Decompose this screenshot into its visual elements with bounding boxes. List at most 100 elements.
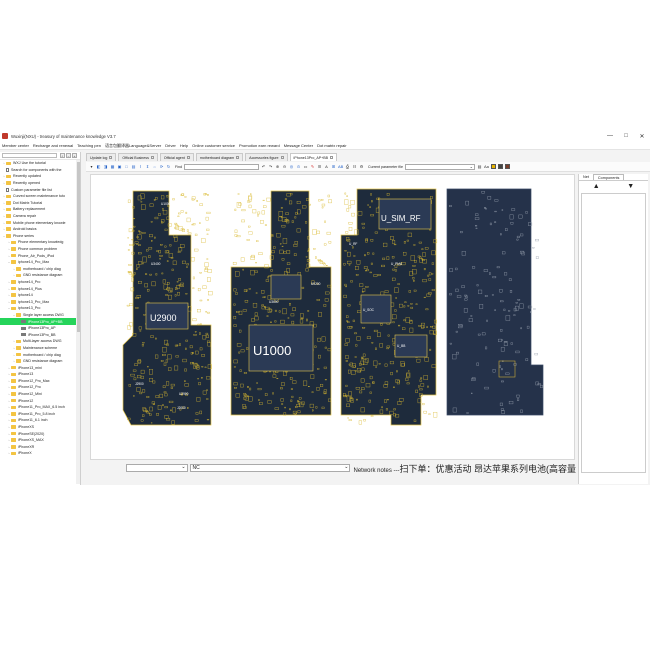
tab-document[interactable]: Accessories figure [245,153,288,161]
tree-item[interactable]: › WXJ Use the tutorial [0,160,80,167]
tree-item[interactable]: › GND resistance diagram [0,272,80,279]
tree-item[interactable]: › GND resistance diagram [0,358,80,365]
tree-item[interactable]: › iPhoneXS_MAX [0,437,80,444]
zoom-out-icon[interactable]: ⊖ [282,164,287,169]
tree-item[interactable]: › Phone_Air_Pods_iPod [0,252,80,259]
tree-item[interactable]: Search for components with the [0,167,80,174]
tree-item[interactable]: › iphone14_Pro [0,279,80,286]
arrow-up-icon[interactable]: ▲ [593,183,600,190]
tree-item[interactable]: › iPhoneSE(2020) [0,430,80,437]
tree-item[interactable]: › iPhone12_Pro_Max [0,378,80,385]
menu-recharge[interactable]: Recharge and renewal [31,143,75,148]
tree-item[interactable]: › iPhone11_6.1 inch [0,417,80,424]
tree-item[interactable]: › Recently opened [0,180,80,187]
board-canvas[interactable]: U2900 U1000 U_SIM_RF U1000 U2900 U3600 U5200 U3… [90,174,575,460]
chip-icon[interactable]: ▤ [131,164,136,169]
tree-item[interactable]: ⌄ Phone series [0,233,80,240]
close-button[interactable]: ✕ [634,130,650,142]
tree-item[interactable]: › iPhone12_Mini [0,391,80,398]
tree-item[interactable]: › Mobile phone elementary knowle [0,219,80,226]
zoom-in-icon[interactable]: ⊕ [275,164,280,169]
refresh-icon[interactable]: ↻ [166,164,171,169]
tree-item[interactable]: › iPhone13_mini [0,364,80,371]
tree-item[interactable]: ⌄ iphone13_Pro [0,305,80,312]
tree-item[interactable]: › Android basics [0,226,80,233]
text-icon[interactable]: A [324,164,329,169]
net-filter-select[interactable] [126,464,188,472]
tab-close-icon[interactable] [150,156,154,159]
undo-icon[interactable]: ↶ [261,164,266,169]
font-icon[interactable]: Aa [484,164,489,169]
tree-item[interactable]: › iPhone11_Pro_5.8 inch [0,411,80,418]
tree-item[interactable]: › Dot Matrix Tutorial [0,200,80,207]
menu-dot-matrix[interactable]: Dot matrix repair [315,143,349,148]
menu-driver[interactable]: Driver [163,143,178,148]
menu-message-center[interactable]: Message Center [282,143,315,148]
tree-item[interactable]: › Battery replacement [0,206,80,213]
tree-item[interactable]: › Phone common problem [0,246,80,253]
tree-item[interactable]: iPhone13Pro_BB [0,331,80,338]
color-swatch-brown[interactable] [504,164,510,169]
tab-close-icon[interactable] [109,156,113,159]
tree-item[interactable]: › Recently updated [0,173,80,180]
tree-item[interactable]: › iPhone12 [0,397,80,404]
box-icon[interactable]: □ [124,164,129,169]
tree-item[interactable]: ⌄ iphone14_Pro_Max [0,259,80,266]
tree-item[interactable]: › Phone elementary knowledg [0,239,80,246]
tree-item[interactable]: › iPhoneXR [0,444,80,451]
zoom-area-icon[interactable]: ⊙ [296,164,301,169]
tree-scrollbar-thumb[interactable] [76,162,80,332]
ab-toggle[interactable]: AB [338,164,343,169]
zoom-fit-icon[interactable]: ◎ [289,164,294,169]
tab-document[interactable]: Official Business [118,153,158,161]
redo-icon[interactable]: ↷ [268,164,273,169]
params-icon[interactable]: ▤ [477,164,482,169]
select-icon[interactable]: ▣ [117,164,122,169]
layer-front-icon[interactable]: ◧ [96,164,101,169]
probe-icon[interactable]: ⌇ [138,164,143,169]
layer-back-icon[interactable]: ◨ [103,164,108,169]
arrow-down-icon[interactable]: ▼ [627,183,634,190]
pointer-icon[interactable]: ▾ [89,164,94,169]
tree-item[interactable]: › iPhone13 [0,371,80,378]
net-value-select[interactable]: NC [189,464,351,472]
vertical-flip-icon[interactable]: ⇕ [145,164,150,169]
mark-icon[interactable]: ✎ [310,164,315,169]
tab-components[interactable]: Components [592,174,625,180]
tree-expand-icon[interactable]: + [72,153,77,158]
tree-item[interactable]: › iphone14 [0,292,80,299]
color-swatch-gray[interactable] [497,164,503,169]
tab-close-icon[interactable] [280,156,284,159]
tree-item[interactable]: ⌄ Single layer access DWG [0,312,80,319]
tree-item[interactable]: › iPhoneXS [0,424,80,431]
tab-document[interactable]: motherboard diagram [195,153,244,161]
tab-net[interactable]: Net [579,174,593,180]
color-swatch-yellow[interactable] [490,164,496,169]
print-icon[interactable]: ⎙ [345,164,350,169]
tree-item[interactable]: › Maintenance scheme [0,345,80,352]
tree-item[interactable]: › Camera repair [0,213,80,220]
menu-teaching-pen[interactable]: Teaching pen [75,143,103,148]
tab-document[interactable]: Official agent [159,153,194,161]
split-icon[interactable]: ⊞ [331,164,336,169]
tree-search-icon[interactable]: ⌕ [60,153,65,158]
tree-item[interactable]: › iPhone11_Pro_MAX_6.5 inch [0,404,80,411]
tree-item[interactable]: iPhone13Pro_AP+BB [0,318,80,325]
tree-item[interactable]: › iphone13_Pro_Max [0,298,80,305]
tree-item[interactable]: › iphone14_Plus [0,285,80,292]
tree-collapse-icon[interactable]: − [66,153,71,158]
horizontal-flip-icon[interactable]: ⇔ [152,164,157,169]
grid-icon[interactable]: ▦ [110,164,115,169]
current-parameter-select[interactable] [404,163,475,170]
tree-item[interactable]: Custom parameter file list [0,186,80,193]
tree-item[interactable]: › Curved screen maintenance tuto [0,193,80,200]
settings-icon[interactable]: ⚙ [359,164,364,169]
find-input[interactable] [184,163,259,170]
tree-scrollbar[interactable] [76,160,80,484]
tree-item[interactable]: › motherboard / chip diag [0,266,80,273]
tree-item[interactable]: iPhone13Pro_AP [0,325,80,332]
menu-promotion[interactable]: Promotion earn reward [237,143,282,148]
tab-close-icon[interactable] [236,156,240,159]
tab-document[interactable]: iPhone13Pro_AP+BB [289,153,338,161]
minimize-button[interactable]: — [602,130,618,142]
